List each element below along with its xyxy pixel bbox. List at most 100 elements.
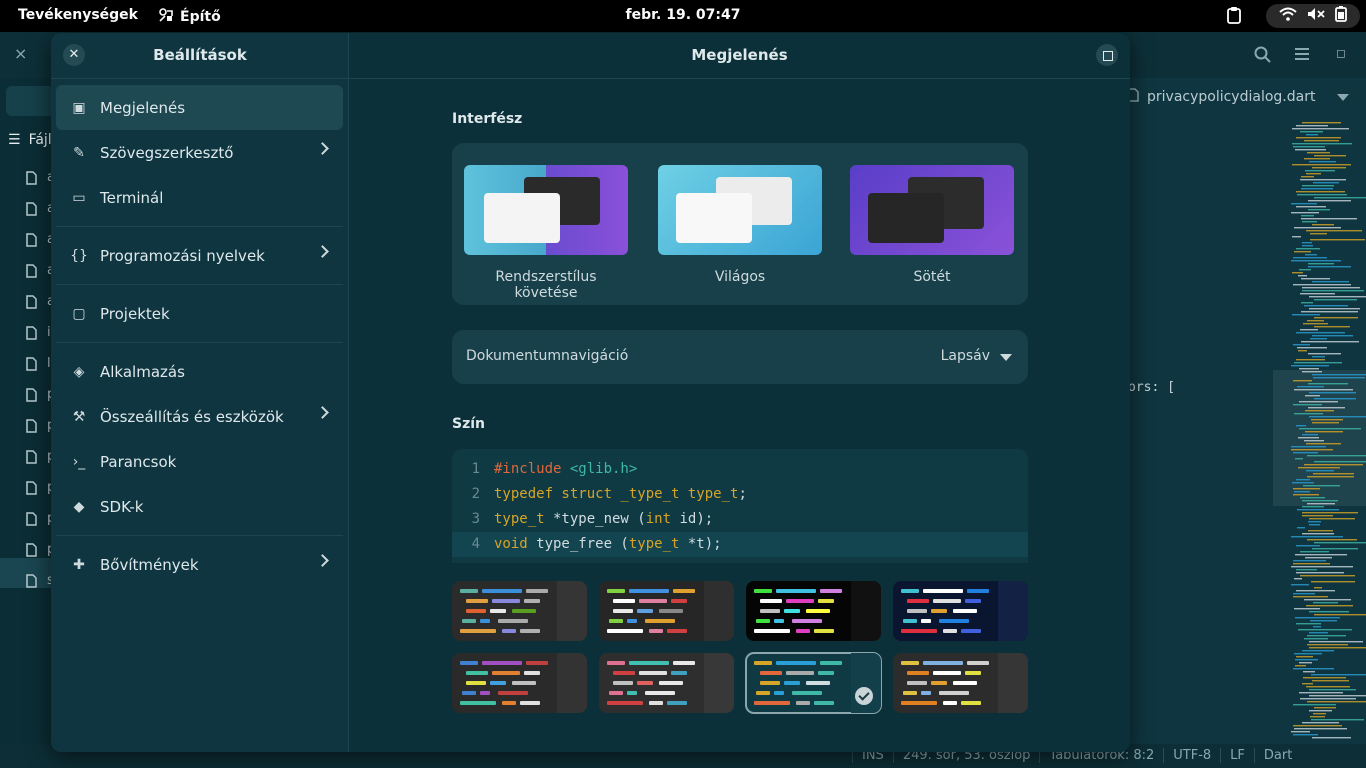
- sidebar-item-label: Szövegszerkesztő: [100, 143, 234, 162]
- scheme-code-bar: [760, 681, 780, 685]
- code-token: typedef struct _type_t type_t: [494, 486, 739, 502]
- clipboard-icon[interactable]: [1226, 6, 1242, 28]
- close-icon[interactable]: ×: [14, 44, 27, 63]
- scheme-code-bar: [526, 589, 548, 593]
- minimap-line: [1292, 482, 1314, 484]
- status-encoding[interactable]: UTF-8: [1163, 748, 1220, 763]
- minimap-line: [1295, 665, 1306, 667]
- sidebar-search[interactable]: [6, 86, 52, 116]
- minimap-line: [1305, 410, 1334, 412]
- scheme-code-bar: [667, 701, 687, 705]
- minimap-line: [1305, 254, 1317, 256]
- color-scheme-option[interactable]: [599, 581, 734, 641]
- minimap-line: [1314, 299, 1357, 301]
- minimap-line: [1302, 500, 1338, 502]
- minimap-line: [1312, 167, 1346, 169]
- line-number: 3: [471, 511, 480, 527]
- sidebar-item[interactable]: ◈ Alkalmazás: [56, 349, 343, 394]
- minimap-line: [1302, 242, 1312, 244]
- minimap-line: [1312, 737, 1351, 739]
- color-scheme-option[interactable]: [893, 581, 1028, 641]
- minimap-line: [1305, 431, 1343, 433]
- clock[interactable]: febr. 19. 07:47: [0, 7, 1366, 23]
- sidebar-item[interactable]: {} Programozási nyelvek: [56, 233, 343, 278]
- minimap-line: [1296, 569, 1317, 571]
- sidebar-item[interactable]: ✚ Bővítmények: [56, 542, 343, 587]
- sidebar-item[interactable]: ⚒ Összeállítás és eszközök: [56, 394, 343, 439]
- document-navigation-label: Dokumentumnavigáció: [466, 348, 629, 364]
- status-language[interactable]: Dart: [1253, 748, 1301, 763]
- files-header[interactable]: ☰ Fájl: [8, 132, 52, 148]
- color-scheme-option[interactable]: [452, 581, 587, 641]
- minimap-line: [1313, 626, 1321, 628]
- minimap-line: [1314, 587, 1322, 589]
- minimap-line: [1311, 419, 1343, 421]
- minimap-line: [1303, 671, 1315, 673]
- checkmark-icon: [855, 687, 873, 705]
- minimap-line: [1293, 560, 1326, 562]
- style-option-system[interactable]: Rendszerstílus követése: [464, 165, 628, 301]
- sidebar-item[interactable]: ▢ Projektek: [56, 291, 343, 336]
- maximize-icon[interactable]: ◻: [1336, 46, 1346, 60]
- minimap-line: [1295, 554, 1347, 556]
- scheme-code-bar: [629, 661, 669, 665]
- sidebar-item[interactable]: ▭ Terminál: [56, 175, 343, 220]
- sidebar-item[interactable]: ◆ SDK-k: [56, 484, 343, 529]
- color-scheme-option[interactable]: [746, 581, 881, 641]
- sidebar-item[interactable]: ✎ Szövegszerkesztő: [56, 130, 343, 175]
- scheme-code-bar: [526, 661, 548, 665]
- scheme-code-bar: [961, 629, 981, 633]
- scheme-code-bar: [667, 629, 687, 633]
- minimap-line: [1291, 212, 1319, 214]
- scheme-code-bar: [480, 691, 490, 695]
- minimap-line: [1296, 125, 1328, 127]
- minimap-line: [1302, 506, 1324, 508]
- minimap-line: [1296, 425, 1306, 427]
- color-scheme-option[interactable]: [893, 653, 1028, 713]
- document-navigation-row[interactable]: Dokumentumnavigáció Lapsáv: [452, 330, 1028, 384]
- status-line-ending[interactable]: LF: [1220, 748, 1254, 763]
- minimap-line: [1312, 356, 1325, 358]
- search-icon[interactable]: [1254, 46, 1272, 68]
- minimap-line: [1292, 236, 1301, 238]
- minimap-line: [1307, 635, 1346, 637]
- chevron-right-icon: [316, 245, 329, 258]
- scheme-code-bar: [933, 671, 961, 675]
- scheme-code-bar: [943, 701, 957, 705]
- document-tab[interactable]: privacypolicydialog.dart: [1128, 88, 1315, 106]
- sidebar-item[interactable]: ▣ Megjelenés: [56, 85, 343, 130]
- minimap[interactable]: [1273, 120, 1366, 740]
- minimap-line: [1308, 209, 1330, 211]
- scheme-code-bar: [792, 691, 822, 695]
- minimap-line: [1296, 572, 1344, 574]
- minimap-line: [1291, 731, 1310, 733]
- color-scheme-option[interactable]: [599, 653, 734, 713]
- code-token: #include: [494, 461, 570, 477]
- minimap-line: [1300, 698, 1356, 700]
- sidebar-item[interactable]: ›_ Parancsok: [56, 439, 343, 484]
- minimap-line: [1302, 245, 1313, 247]
- scheme-code-bar: [462, 691, 476, 695]
- file-icon: [26, 480, 37, 495]
- color-scheme-option[interactable]: [452, 653, 587, 713]
- minimap-line: [1297, 509, 1339, 511]
- code-text: typedef struct _type_t type_t;: [494, 482, 747, 507]
- color-scheme-option[interactable]: [745, 652, 882, 714]
- minimap-line: [1301, 188, 1333, 190]
- hamburger-menu-icon[interactable]: [1294, 46, 1310, 65]
- hammer-icon: ⚒: [72, 408, 86, 425]
- scheme-code-bar: [760, 599, 782, 603]
- style-option-dark[interactable]: Sötét: [850, 165, 1014, 285]
- maximize-button[interactable]: [1096, 44, 1118, 66]
- minimap-line: [1309, 161, 1336, 163]
- minimap-line: [1312, 281, 1349, 283]
- tab-dropdown-icon[interactable]: [1337, 94, 1349, 101]
- code-token: *type_new (: [544, 511, 646, 527]
- style-option-light[interactable]: Világos: [658, 165, 822, 285]
- scheme-code-bar: [639, 671, 667, 675]
- scheme-code-bar: [645, 619, 675, 623]
- minimap-line: [1291, 584, 1309, 586]
- minimap-line: [1298, 275, 1307, 277]
- code-token: int: [645, 511, 672, 527]
- system-status-menu[interactable]: [1266, 4, 1360, 28]
